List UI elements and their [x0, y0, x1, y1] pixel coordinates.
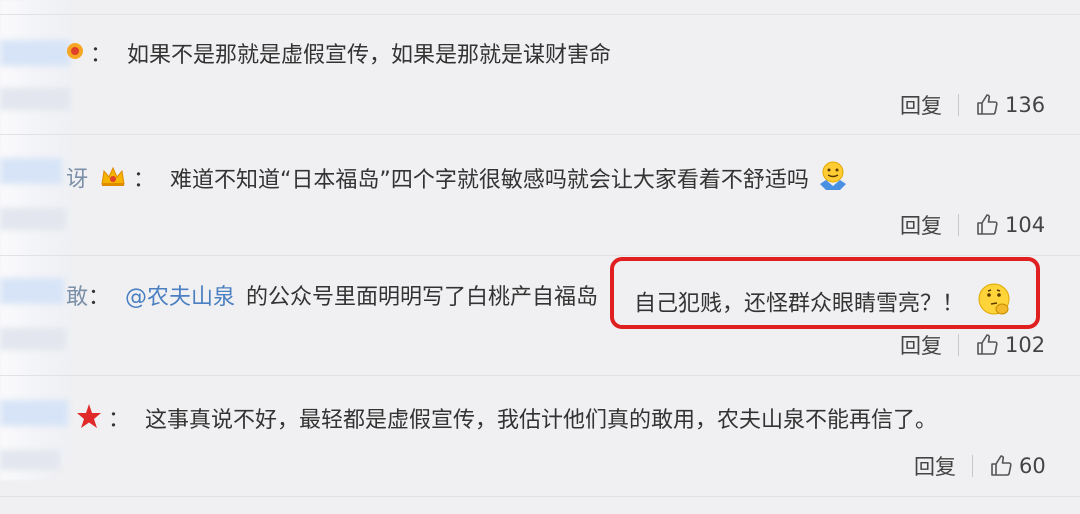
blurred-username	[0, 278, 64, 304]
crown-badge-icon	[66, 40, 84, 71]
comment-item: ： 如果不是那就是虚假宣传，如果是那就是谋财害命	[66, 40, 611, 71]
comment-text: 难道不知道“日本福岛”四个字就很敏感吗就会让大家看着不舒适吗	[170, 167, 809, 193]
blurred-username	[0, 40, 70, 66]
thinking-emoji-icon	[977, 283, 1013, 326]
reply-button[interactable]: 回复	[900, 90, 942, 120]
divider	[0, 134, 1080, 135]
comment-item: 讶 ： 难道不知道“日本福岛”四个字就很敏感吗就会让大家看着不舒适吗	[66, 160, 850, 201]
blurred-username	[0, 158, 62, 184]
comment-text: 这事真说不好，最轻都是虚假宣传，我估计他们真的敢用，农夫山泉不能再信了。	[145, 407, 938, 433]
like-count: 136	[1005, 93, 1046, 117]
comment-colon: ：	[90, 42, 113, 68]
username-fragment[interactable]: 敢	[66, 285, 88, 310]
comment-text: 的公众号里面明明写了白桃产自福岛	[246, 285, 599, 310]
shrug-emoji-icon	[816, 160, 850, 201]
reply-button[interactable]: 回复	[900, 330, 942, 360]
divider	[0, 14, 1080, 15]
comment-text: 如果不是那就是虚假宣传，如果是那就是谋财害命	[127, 42, 612, 68]
comment-item: ： 这事真说不好，最轻都是虚假宣传，我估计他们真的敢用，农夫山泉不能再信了。	[76, 403, 937, 438]
crown-badge-icon	[99, 164, 127, 197]
comment-colon: ：	[133, 167, 156, 193]
divider	[0, 255, 1080, 256]
star-badge-icon	[76, 403, 102, 438]
thumbs-up-icon[interactable]	[989, 454, 1013, 478]
mention-link[interactable]: @农夫山泉	[125, 285, 235, 310]
comment-item: 敢： @农夫山泉 的公众号里面明明写了白桃产自福岛	[66, 283, 598, 313]
action-divider	[958, 94, 959, 116]
blurred-meta	[0, 208, 66, 230]
highlighted-text: 自己犯贱，还怪群众眼睛雪亮？！	[634, 283, 1013, 326]
reply-button[interactable]: 回复	[900, 210, 942, 240]
thumbs-up-icon[interactable]	[975, 333, 999, 357]
blurred-meta	[0, 450, 60, 470]
blurred-meta	[0, 328, 66, 350]
comment-colon: ：	[88, 285, 111, 310]
comment-actions: 回复 102	[900, 330, 1045, 360]
like-count: 60	[1019, 454, 1046, 478]
action-divider	[958, 214, 959, 236]
action-divider	[958, 334, 959, 356]
comment-text-highlighted: 自己犯贱，还怪群众眼睛雪亮？！	[634, 291, 965, 317]
comment-actions: 回复 104	[900, 210, 1045, 240]
thumbs-up-icon[interactable]	[975, 213, 999, 237]
action-divider	[972, 455, 973, 477]
comment-actions: 回复 136	[900, 90, 1045, 120]
divider	[0, 496, 1080, 497]
comment-actions: 回复 60	[914, 451, 1046, 481]
reply-button[interactable]: 回复	[914, 451, 956, 481]
thumbs-up-icon[interactable]	[975, 93, 999, 117]
username-fragment[interactable]: 讶	[66, 168, 88, 193]
divider	[0, 375, 1080, 376]
blurred-username	[0, 400, 68, 426]
comment-colon: ：	[108, 407, 131, 433]
like-count: 104	[1005, 213, 1046, 237]
blurred-meta	[0, 88, 70, 110]
like-count: 102	[1005, 333, 1046, 357]
